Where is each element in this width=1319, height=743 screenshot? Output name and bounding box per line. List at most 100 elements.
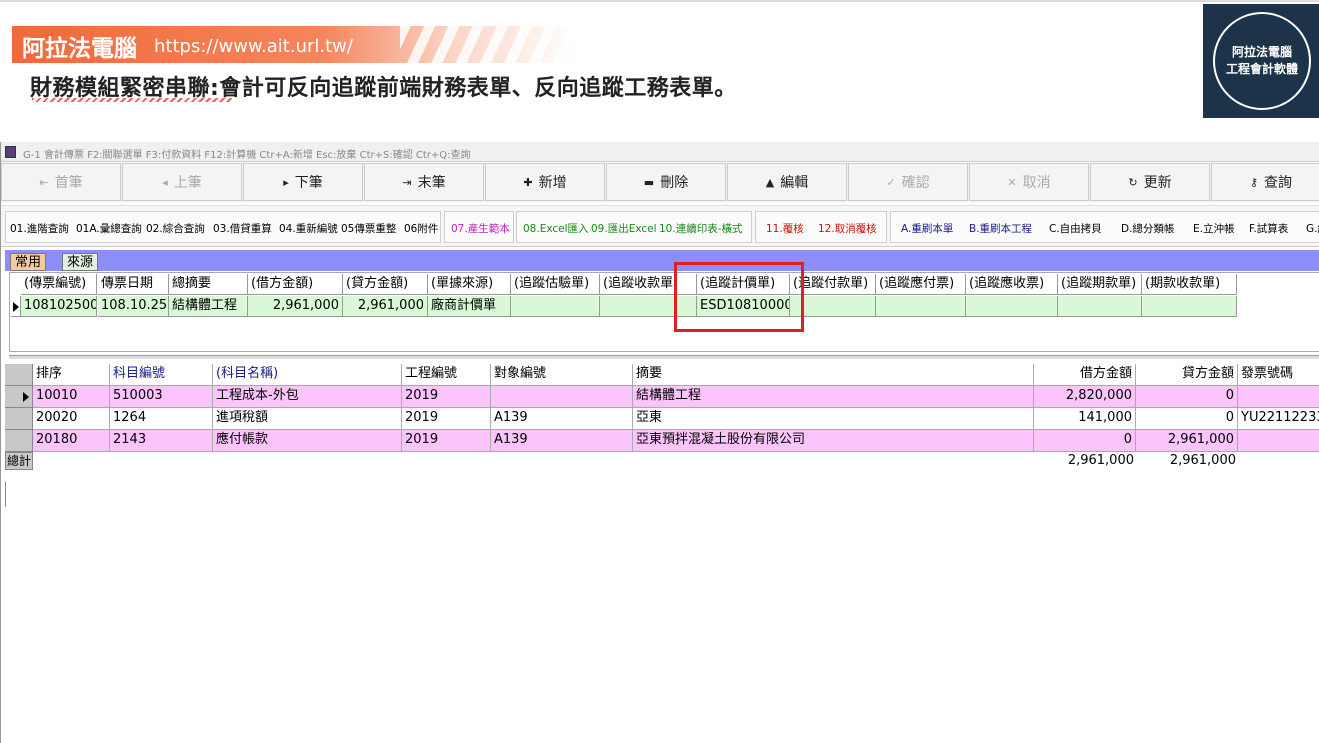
detail-col-header[interactable]: (科目名稱) (213, 364, 402, 386)
detail-col-header[interactable]: 貸方金額 (1136, 364, 1238, 386)
detail-col-header[interactable]: 借方金額 (1034, 364, 1136, 386)
brand-url[interactable]: https://www.ait.url.tw/ (154, 36, 353, 57)
voucher-cell[interactable]: 1081025005 (21, 296, 97, 317)
function-item[interactable]: 05傳票重整 (341, 221, 396, 236)
detail-col-header[interactable]: 排序 (33, 364, 110, 386)
detail-cell[interactable]: 亞東預拌混凝土股份有限公司 (633, 430, 1034, 452)
detail-col-header[interactable]: 工程編號 (402, 364, 491, 386)
voucher-col-header[interactable]: (貸方金額) (343, 274, 428, 295)
function-item[interactable]: F.試算表 (1249, 221, 1288, 236)
detail-cell[interactable] (491, 386, 633, 408)
function-item[interactable]: 10.連續印表-橫式 (659, 221, 743, 236)
function-item[interactable]: 08.Excel匯入 (523, 221, 589, 236)
detail-row-indicator[interactable] (5, 408, 33, 430)
detail-cell[interactable]: 結構體工程 (633, 386, 1034, 408)
toolbar-button-5[interactable]: ▬ 刪除 (606, 163, 726, 201)
function-item[interactable]: 01A.彙總查詢 (76, 221, 142, 236)
detail-cell[interactable]: 工程成本-外包 (213, 386, 402, 408)
voucher-cell[interactable]: 2,961,000 (343, 296, 428, 317)
toolbar-button-label: 編輯 (780, 175, 809, 191)
detail-col-header[interactable]: 對象編號 (491, 364, 633, 386)
voucher-col-header[interactable]: (追蹤應付票) (876, 274, 966, 295)
voucher-cell[interactable] (966, 296, 1058, 317)
tab-common[interactable]: 常用 (10, 253, 47, 271)
detail-cell[interactable]: 141,000 (1034, 408, 1136, 430)
voucher-cell[interactable] (1058, 296, 1142, 317)
detail-col-header[interactable]: 科目編號 (110, 364, 213, 386)
function-item[interactable]: G.紙 (1306, 221, 1319, 236)
detail-cell[interactable]: 1264 (110, 408, 213, 430)
detail-cell[interactable]: A139 (491, 430, 633, 452)
voucher-col-header[interactable]: (期款收款單) (1142, 274, 1237, 295)
detail-cell[interactable]: 510003 (110, 386, 213, 408)
toolbar-button-4[interactable]: ✚ 新增 (485, 163, 605, 201)
voucher-col-header[interactable]: (借方金額) (248, 274, 343, 295)
detail-cell[interactable]: 0 (1034, 430, 1136, 452)
function-item[interactable]: 12.取消覆核 (818, 221, 877, 236)
function-item[interactable]: 07.產生範本 (451, 221, 510, 236)
detail-col-header[interactable]: 摘要 (633, 364, 1034, 386)
voucher-col-header[interactable]: 傳票日期 (98, 274, 169, 295)
detail-cell[interactable]: 2143 (110, 430, 213, 452)
detail-cell[interactable]: 2,820,000 (1034, 386, 1136, 408)
toolbar-button-7[interactable]: ✓ 確認 (848, 163, 968, 201)
voucher-cell[interactable]: 2,961,000 (248, 296, 343, 317)
voucher-col-header[interactable]: 總摘要 (169, 274, 248, 295)
voucher-col-header[interactable]: (追蹤期款單) (1058, 274, 1142, 295)
voucher-cell[interactable]: 廠商計價單 (428, 296, 511, 317)
detail-cell[interactable]: 2019 (402, 408, 491, 430)
function-item[interactable]: 04.重新編號 (279, 221, 338, 236)
grid-splitter[interactable] (9, 355, 1319, 359)
toolbar-button-1[interactable]: ◂ 上筆 (122, 163, 242, 201)
voucher-cell[interactable] (511, 296, 600, 317)
detail-cell[interactable]: 0 (1136, 408, 1238, 430)
voucher-cell[interactable]: 108.10.25 (98, 296, 169, 317)
detail-col-header[interactable]: 發票號碼 (1238, 364, 1319, 386)
detail-cell[interactable]: 2019 (402, 386, 491, 408)
toolbar-button-10[interactable]: ⚷ 查詢 (1211, 163, 1319, 201)
voucher-cell[interactable] (1142, 296, 1237, 317)
detail-cell[interactable]: 2,961,000 (1136, 430, 1238, 452)
function-item[interactable]: A.重刷本單 (901, 221, 953, 236)
function-item[interactable]: 03.借貸重算 (213, 221, 272, 236)
detail-cell[interactable] (1238, 386, 1319, 408)
function-item[interactable]: 09.匯出Excel (591, 221, 657, 236)
detail-cell[interactable] (1238, 430, 1319, 452)
voucher-col-header[interactable]: (傳票編號) (21, 274, 97, 295)
toolbar-button-8[interactable]: ✕ 取消 (969, 163, 1089, 201)
detail-cell[interactable]: A139 (491, 408, 633, 430)
function-item[interactable]: C.自由拷貝 (1049, 221, 1102, 236)
toolbar-button-label: 新增 (538, 175, 567, 191)
detail-cell[interactable]: YU22112233 (1238, 408, 1319, 430)
detail-cell[interactable]: 亞東 (633, 408, 1034, 430)
detail-row-indicator[interactable] (5, 386, 33, 408)
voucher-col-header[interactable]: (單據來源) (428, 274, 511, 295)
toolbar-button-2[interactable]: ▸ 下筆 (243, 163, 363, 201)
detail-cell[interactable]: 10010 (33, 386, 110, 408)
detail-row-indicator[interactable] (5, 430, 33, 452)
detail-cell[interactable]: 應付帳款 (213, 430, 402, 452)
function-item[interactable]: E.立沖帳 (1193, 221, 1234, 236)
edit-icon: ▲ (765, 175, 775, 189)
toolbar-button-6[interactable]: ▲ 編輯 (727, 163, 847, 201)
voucher-col-header[interactable]: (追蹤估驗單) (511, 274, 600, 295)
voucher-cell[interactable]: 結構體工程 (169, 296, 248, 317)
detail-cell[interactable]: 20020 (33, 408, 110, 430)
toolbar-button-3[interactable]: ⇥ 末筆 (364, 163, 484, 201)
function-item[interactable]: D.總分類帳 (1121, 221, 1174, 236)
function-item[interactable]: B.重刷本工程 (969, 221, 1032, 236)
detail-cell[interactable]: 進項稅額 (213, 408, 402, 430)
function-item[interactable]: 02.綜合查詢 (146, 221, 205, 236)
function-item[interactable]: 11.覆核 (766, 221, 804, 236)
tab-source[interactable]: 來源 (62, 253, 99, 271)
voucher-col-header[interactable]: (追蹤應收票) (966, 274, 1058, 295)
function-item[interactable]: 06附件 (404, 221, 438, 236)
detail-cell[interactable]: 0 (1136, 386, 1238, 408)
detail-cell[interactable]: 20180 (33, 430, 110, 452)
toolbar-button-0[interactable]: ⇤ 首筆 (1, 163, 121, 201)
function-item[interactable]: 01.進階查詢 (10, 221, 69, 236)
toolbar-button-label: 取消 (1022, 175, 1051, 191)
toolbar-button-9[interactable]: ↻ 更新 (1090, 163, 1210, 201)
detail-cell[interactable]: 2019 (402, 430, 491, 452)
voucher-cell[interactable] (876, 296, 966, 317)
